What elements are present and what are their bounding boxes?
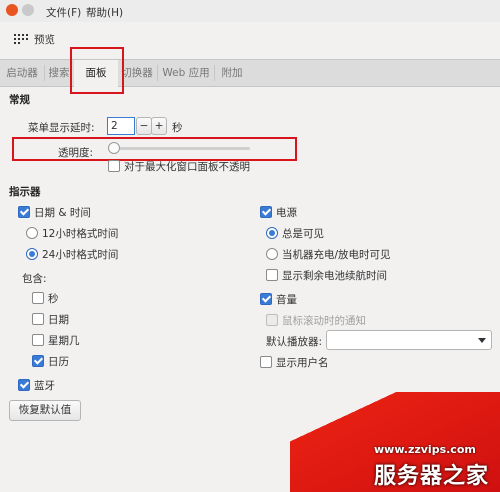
scroll-notify-label: 鼠标滚动时的通知 [282, 315, 366, 327]
chevron-down-icon [478, 338, 486, 343]
12h-radio[interactable] [26, 227, 38, 239]
seconds-checkbox[interactable] [32, 292, 44, 304]
always-visible-radio[interactable] [266, 227, 278, 239]
date-checkbox[interactable] [32, 313, 44, 325]
title-bar: 文件(F) 帮助(H) [0, 0, 500, 22]
sound-checkbox[interactable] [260, 293, 272, 305]
no-opacity-maximized-label: 对于最大化窗口面板不透明 [124, 161, 250, 173]
sound-label: 音量 [276, 294, 297, 306]
tab-launcher[interactable]: 启动器 [0, 60, 44, 86]
restore-defaults-button[interactable]: 恢复默认值 [9, 400, 81, 421]
always-visible-label: 总是可见 [282, 228, 324, 240]
scroll-notify-checkbox[interactable] [266, 314, 278, 326]
no-opacity-maximized-checkbox[interactable] [108, 160, 120, 172]
power-checkbox[interactable] [260, 206, 272, 218]
bluetooth-checkbox[interactable] [18, 379, 30, 391]
menu-help[interactable]: 帮助(H) [86, 5, 123, 20]
decrement-button[interactable]: − [136, 117, 152, 135]
12h-label: 12小时格式时间 [42, 228, 119, 240]
menu-delay-value: 2 [111, 120, 118, 132]
increment-button[interactable]: + [151, 117, 167, 135]
tab-web-apps[interactable]: Web 应用 [158, 60, 214, 86]
calendar-label: 日历 [48, 356, 69, 368]
include-label: 包含: [22, 273, 47, 285]
menu-file[interactable]: 文件(F) [46, 5, 81, 20]
minimize-window-button[interactable] [22, 4, 34, 16]
menu-delay-input[interactable]: 2 [107, 117, 135, 135]
show-username-checkbox[interactable] [260, 356, 272, 368]
section-general-title: 常规 [9, 94, 30, 106]
tab-additional[interactable]: 附加 [215, 60, 249, 86]
power-label: 电源 [276, 207, 297, 219]
menu-delay-label: 菜单显示延时: [28, 122, 95, 134]
datetime-label: 日期 & 时间 [34, 207, 91, 219]
tab-highlight-box [70, 47, 124, 94]
datetime-checkbox[interactable] [18, 206, 30, 218]
watermark-url: www.zzvips.com [374, 443, 476, 456]
watermark-logo: 服务器之家 [374, 464, 490, 489]
tab-search[interactable]: 搜索 [45, 60, 73, 86]
default-player-select[interactable] [326, 330, 492, 350]
24h-radio[interactable] [26, 248, 38, 260]
close-window-button[interactable] [6, 4, 18, 16]
when-charging-label: 当机器充电/放电时可见 [282, 249, 391, 261]
battery-time-label: 显示剩余电池续航时间 [282, 270, 387, 282]
when-charging-radio[interactable] [266, 248, 278, 260]
calendar-checkbox[interactable] [32, 355, 44, 367]
opacity-slider-track[interactable] [110, 147, 250, 150]
weekday-checkbox[interactable] [32, 334, 44, 346]
weekday-label: 星期几 [48, 335, 80, 347]
battery-time-checkbox[interactable] [266, 269, 278, 281]
opacity-slider-handle[interactable] [108, 142, 120, 154]
show-username-label: 显示用户名 [276, 357, 329, 369]
grid-icon[interactable] [14, 34, 28, 44]
opacity-label: 透明度: [58, 147, 94, 159]
delay-unit: 秒 [172, 122, 183, 134]
seconds-label: 秒 [48, 293, 59, 305]
section-indicators-title: 指示器 [9, 186, 41, 198]
preview-button[interactable]: 预览 [34, 32, 55, 47]
24h-label: 24小时格式时间 [42, 249, 119, 261]
date-label: 日期 [48, 314, 69, 326]
bluetooth-label: 蓝牙 [34, 380, 55, 392]
default-player-label: 默认播放器: [266, 336, 323, 348]
